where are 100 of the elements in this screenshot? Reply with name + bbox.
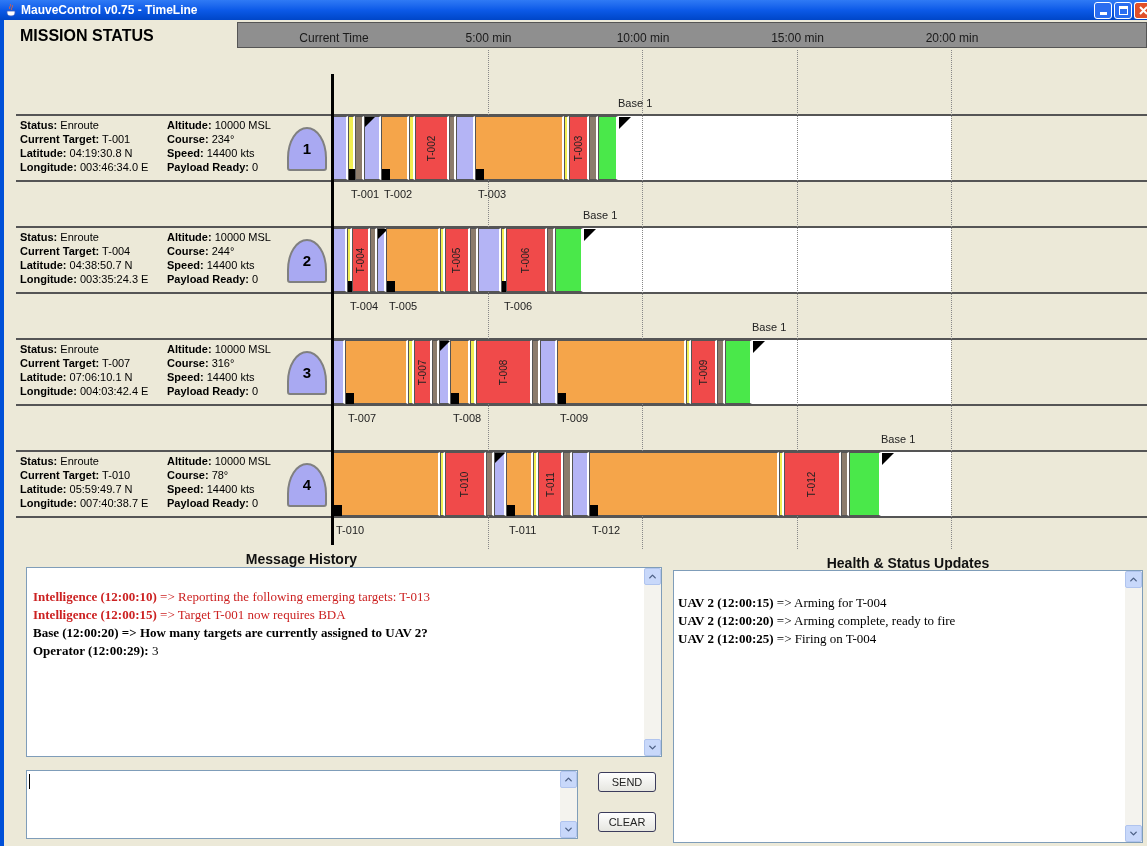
time-tick-label: Current Time (299, 30, 369, 47)
scroll-down-button[interactable] (560, 821, 577, 838)
info-field: Status: Enroute (20, 342, 167, 356)
info-field: Latitude: 07:06:10.1 N (20, 370, 167, 384)
action-button[interactable]: CLEAR (598, 812, 656, 832)
target-marker (558, 393, 566, 404)
target-label: T-007 (348, 411, 377, 426)
base-label: Base 1 (618, 95, 653, 111)
info-field: Altitude: 10000 MSL (167, 230, 287, 244)
close-icon (1139, 5, 1147, 15)
flag-icon (495, 453, 505, 463)
info-field: Latitude: 05:59:49.7 N (20, 482, 167, 496)
info-field: Altitude: 10000 MSL (167, 118, 287, 132)
scrollbar[interactable] (644, 568, 661, 756)
base-label: Base 1 (881, 431, 916, 447)
info-field: Payload Ready: 0 (167, 160, 287, 174)
info-field: Course: 244° (167, 244, 287, 258)
panel-title: Health & Status Updates (826, 555, 990, 571)
chevron-down-icon (563, 824, 574, 835)
action-button[interactable]: SEND (598, 772, 656, 792)
target-marker (382, 169, 390, 180)
time-tick-label: 10:00 min (616, 30, 670, 47)
uav-badge[interactable]: 1 (287, 127, 327, 171)
target-label: T-012 (592, 523, 621, 538)
info-field: Status: Enroute (20, 230, 167, 244)
scroll-down-button[interactable] (644, 739, 661, 756)
target-label: T-006 (519, 247, 533, 273)
target-label: T-007 (416, 359, 429, 385)
target-label: T-002 (425, 135, 438, 161)
scroll-down-button[interactable] (1125, 825, 1142, 842)
info-field: Current Target: T-001 (20, 132, 167, 146)
info-field: Status: Enroute (20, 454, 167, 468)
scrollbar[interactable] (1125, 571, 1142, 842)
target-label: T-009 (697, 359, 710, 385)
target-label: T-008 (453, 411, 482, 426)
status-line: UAV 2 (12:00:20) => Arming complete, ready to fire (678, 612, 957, 630)
close-button[interactable] (1134, 1, 1147, 19)
scroll-up-button[interactable] (560, 771, 577, 788)
info-field: Speed: 14400 kts (167, 482, 287, 496)
info-field: Latitude: 04:19:30.8 N (20, 146, 167, 160)
target-label: T-004 (354, 247, 367, 273)
maximize-icon (1118, 5, 1128, 15)
info-field: Course: 78° (167, 468, 287, 482)
info-field: Speed: 14400 kts (167, 146, 287, 160)
info-field: Longitude: 003:46:34.0 E (20, 160, 167, 174)
target-label: T-011 (543, 471, 557, 497)
base-label: Base 1 (752, 319, 787, 335)
target-label: T-005 (389, 299, 418, 314)
info-field: Payload Ready: 0 (167, 272, 287, 286)
chevron-up-icon (1128, 574, 1139, 585)
time-tick-label: 15:00 min (771, 30, 824, 47)
scroll-up-button[interactable] (644, 568, 661, 585)
target-marker (334, 505, 342, 516)
message-input[interactable] (26, 770, 578, 839)
time-tick-label: 5:00 min (465, 30, 512, 47)
info-field: Longitude: 004:03:42.4 E (20, 384, 167, 398)
message-line: Base (12:00:20) => How many targets are currently assigned to UAV 2? (33, 624, 429, 642)
target-marker (346, 393, 354, 404)
target-label: T-011 (509, 523, 537, 538)
chevron-up-icon (563, 774, 574, 785)
info-field: Current Target: T-010 (20, 468, 167, 482)
message-line: Intelligence (12:00:15) => Target T-001 now requires BDA (33, 606, 347, 624)
uav-badge[interactable]: 2 (287, 239, 327, 283)
info-field: Altitude: 10000 MSL (167, 342, 287, 356)
target-label: T-002 (384, 187, 413, 202)
info-field: Longitude: 003:35:24.3 E (20, 272, 167, 286)
panel-title: Message History (245, 551, 358, 567)
scrollbar[interactable] (560, 771, 577, 838)
target-label: T-010 (336, 523, 365, 538)
target-label: T-010 (458, 471, 472, 497)
chevron-down-icon (1128, 828, 1139, 839)
info-field: Course: 316° (167, 356, 287, 370)
target-label: T-001 (351, 187, 380, 202)
info-field: Payload Ready: 0 (167, 496, 287, 510)
time-tick-label: 20:00 min (925, 30, 979, 47)
target-label: T-009 (560, 411, 589, 426)
flag-icon (440, 341, 450, 351)
info-field: Current Target: T-007 (20, 356, 167, 370)
minimize-icon (1099, 11, 1107, 15)
info-field: Latitude: 04:38:50.7 N (20, 258, 167, 272)
chevron-up-icon (647, 571, 658, 582)
target-label: T-004 (350, 299, 379, 314)
minimize-button[interactable] (1094, 1, 1112, 19)
maximize-button[interactable] (1114, 1, 1132, 19)
uav-badge[interactable]: 3 (287, 351, 327, 395)
scroll-up-button[interactable] (1125, 571, 1142, 588)
target-label: T-003 (572, 135, 585, 161)
base-label: Base 1 (583, 207, 618, 223)
info-field: Status: Enroute (20, 118, 167, 132)
window-title: MauveControl v0.75 - TimeLine (21, 2, 198, 19)
target-label: T-003 (478, 187, 507, 202)
target-marker (476, 169, 484, 180)
info-field: Payload Ready: 0 (167, 384, 287, 398)
status-line: UAV 2 (12:00:15) => Arming for T-004 (678, 594, 888, 612)
uav-badge[interactable]: 4 (287, 463, 327, 507)
target-label: T-006 (504, 299, 533, 314)
target-marker (387, 281, 395, 292)
info-field: Current Target: T-004 (20, 244, 167, 258)
target-marker (451, 393, 459, 404)
target-marker (590, 505, 598, 516)
